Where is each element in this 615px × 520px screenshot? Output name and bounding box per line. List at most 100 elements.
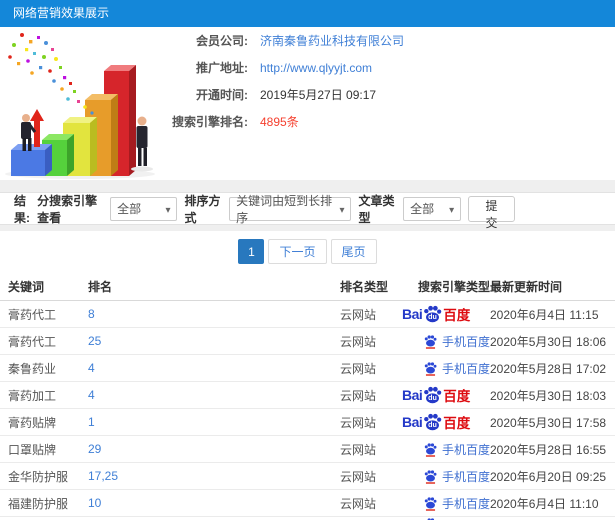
company-name-link[interactable]: 济南秦鲁药业科技有限公司 xyxy=(260,32,404,49)
mobile-baidu-paw-icon xyxy=(424,496,437,511)
update-time: 2020年6月4日 11:15 xyxy=(490,307,599,322)
keyword: 膏药代工 xyxy=(8,334,57,349)
filter-controls: 分搜索引擎查看 全部 排序方式 关键词由短到长排序 文章类型 全部 提交 xyxy=(37,192,515,230)
mobile-baidu-badge: 手机百度 xyxy=(424,495,490,512)
col-engine-type: 搜索引擎类型 xyxy=(418,279,491,294)
info-row-company: 会员公司: 济南秦鲁药业科技有限公司 xyxy=(156,27,404,54)
svg-text:du: du xyxy=(428,421,437,429)
svg-text:du: du xyxy=(428,313,437,321)
section-divider xyxy=(0,180,615,192)
rank-type: 云网站 xyxy=(340,334,377,349)
mobile-baidu-paw-icon xyxy=(424,361,437,376)
update-time: 2020年5月30日 18:03 xyxy=(490,388,607,403)
sort-value: 关键词由短到长排序 xyxy=(236,193,333,225)
update-time: 2020年5月30日 18:06 xyxy=(490,334,607,349)
table-row: 口罩贴牌 29 云网站 手机百度 2020年5月28日 16:55 xyxy=(0,436,615,463)
page-title: 网络营销效果展示 xyxy=(0,0,615,27)
mobile-baidu-badge: 手机百度 xyxy=(424,468,490,485)
mobile-baidu-badge: 手机百度 xyxy=(424,333,490,350)
baidu-logo-cn: 百度 xyxy=(443,416,471,431)
filter-bar: 结果: 分搜索引擎查看 全部 排序方式 关键词由短到长排序 文章类型 全部 提交 xyxy=(0,192,615,230)
keyword: 膏药加工 xyxy=(8,388,57,403)
rank-link[interactable]: 25 xyxy=(88,334,101,348)
keyword: 膏药贴牌 xyxy=(8,415,57,430)
rank-type: 云网站 xyxy=(340,469,377,484)
rank-link[interactable]: 10 xyxy=(88,496,101,510)
baidu-logo-cn: 百度 xyxy=(443,389,471,404)
mobile-baidu-paw-icon xyxy=(424,442,437,457)
table-row: 膏药贴牌 1 云网站 Bai du 百度 2020年5月30日 17:58 xyxy=(0,409,615,436)
open-time-label: 开通时间: xyxy=(196,88,248,102)
engine-view-label: 分搜索引擎查看 xyxy=(37,193,98,225)
col-rank-type: 排名类型 xyxy=(340,279,389,294)
mobile-baidu-label: 手机百度 xyxy=(442,361,491,376)
rank-link[interactable]: 1 xyxy=(88,415,95,429)
submit-button[interactable]: 提交 xyxy=(468,195,515,230)
table-row: 金华防护服 17,25 云网站 手机百度 2020年6月20日 09:25 xyxy=(0,463,615,490)
rank-type: 云网站 xyxy=(340,442,377,457)
update-time: 2020年6月4日 11:10 xyxy=(490,496,599,511)
table-row: 福建防护服 10 云网站 手机百度 2020年6月4日 11:10 xyxy=(0,490,615,517)
company-info: 会员公司: 济南秦鲁药业科技有限公司 推广地址: http://www.qlyy… xyxy=(156,27,404,135)
promo-url-link[interactable]: http://www.qlyyjt.com xyxy=(260,61,372,75)
rank-link[interactable]: 29 xyxy=(88,442,101,456)
sort-label: 排序方式 xyxy=(184,193,221,225)
table-row: 秦鲁药业 4 云网站 手机百度 2020年5月28日 17:02 xyxy=(0,355,615,382)
baidu-logo-text: Bai xyxy=(402,414,423,430)
table-row: 膏药代工 8 云网站 Bai du 百度 2020年6月4日 11:15 xyxy=(0,301,615,328)
keyword: 福建防护服 xyxy=(8,496,69,511)
results-table: 关键词 排名 排名类型 搜索引擎类型 最新更新时间 膏药代工 8 云网站 Bai… xyxy=(0,272,615,520)
update-time: 2020年5月30日 17:58 xyxy=(490,415,607,430)
result-section-label: 结果: xyxy=(14,193,30,225)
summary-section: 会员公司: 济南秦鲁药业科技有限公司 推广地址: http://www.qlyy… xyxy=(0,27,615,180)
mobile-baidu-label: 手机百度 xyxy=(442,469,491,484)
baidu-paw-icon: du xyxy=(424,413,442,430)
pagination: 1 下一页 尾页 xyxy=(0,231,615,272)
rank-count-label: 搜索引擎排名: xyxy=(172,115,248,129)
keyword: 口罩贴牌 xyxy=(8,442,57,457)
mobile-baidu-badge: 手机百度 xyxy=(424,441,490,458)
sort-select[interactable]: 关键词由短到长排序 xyxy=(229,194,352,225)
col-keyword: 关键词 xyxy=(8,279,45,294)
svg-text:du: du xyxy=(428,394,437,402)
rank-link[interactable]: 8 xyxy=(88,307,95,321)
table-row: 膏药加工 4 云网站 Bai du 百度 2020年5月30日 18:03 xyxy=(0,382,615,409)
baidu-logo: Bai du 百度 xyxy=(402,304,470,325)
chevron-down-icon xyxy=(443,202,454,216)
last-page-button[interactable]: 尾页 xyxy=(330,239,377,264)
chevron-down-icon xyxy=(159,202,170,216)
article-type-label: 文章类型 xyxy=(358,193,395,225)
table-header-row: 关键词 排名 排名类型 搜索引擎类型 最新更新时间 xyxy=(0,272,615,301)
company-label: 会员公司: xyxy=(196,34,248,48)
baidu-logo-cn: 百度 xyxy=(443,308,471,323)
baidu-logo-text: Bai xyxy=(402,306,423,322)
rank-link[interactable]: 4 xyxy=(88,361,95,375)
baidu-paw-icon: du xyxy=(424,386,442,403)
info-row-url: 推广地址: http://www.qlyyjt.com xyxy=(156,54,404,81)
rank-type: 云网站 xyxy=(340,496,377,511)
page-1-button[interactable]: 1 xyxy=(238,239,265,264)
rank-link[interactable]: 17,25 xyxy=(88,469,118,483)
col-rank: 排名 xyxy=(88,279,113,294)
rank-count-value: 4895条 xyxy=(260,115,299,129)
rank-link[interactable]: 4 xyxy=(88,388,95,402)
keyword: 膏药代工 xyxy=(8,307,57,322)
mobile-baidu-badge: 手机百度 xyxy=(424,360,490,377)
info-row-open-time: 开通时间: 2019年5月27日 09:17 xyxy=(156,81,404,108)
article-type-value: 全部 xyxy=(410,202,435,216)
update-time: 2020年5月28日 16:55 xyxy=(490,442,607,457)
promo-url-label: 推广地址: xyxy=(196,61,248,75)
info-row-rank-count: 搜索引擎排名: 4895条 xyxy=(156,108,404,135)
table-row: 膏药代工 25 云网站 手机百度 2020年5月30日 18:06 xyxy=(0,328,615,355)
mobile-baidu-paw-icon xyxy=(424,469,437,484)
mobile-baidu-label: 手机百度 xyxy=(442,334,491,349)
bar-chart-growth-clipart xyxy=(5,33,155,179)
article-type-select[interactable]: 全部 xyxy=(403,196,462,221)
baidu-logo: Bai du 百度 xyxy=(402,412,470,433)
rank-type: 云网站 xyxy=(340,361,377,376)
open-time-value: 2019年5月27日 09:17 xyxy=(260,88,377,102)
mobile-baidu-label: 手机百度 xyxy=(442,442,491,457)
chevron-down-icon xyxy=(333,202,344,216)
engine-filter-select[interactable]: 全部 xyxy=(110,196,178,221)
next-page-button[interactable]: 下一页 xyxy=(268,239,327,264)
